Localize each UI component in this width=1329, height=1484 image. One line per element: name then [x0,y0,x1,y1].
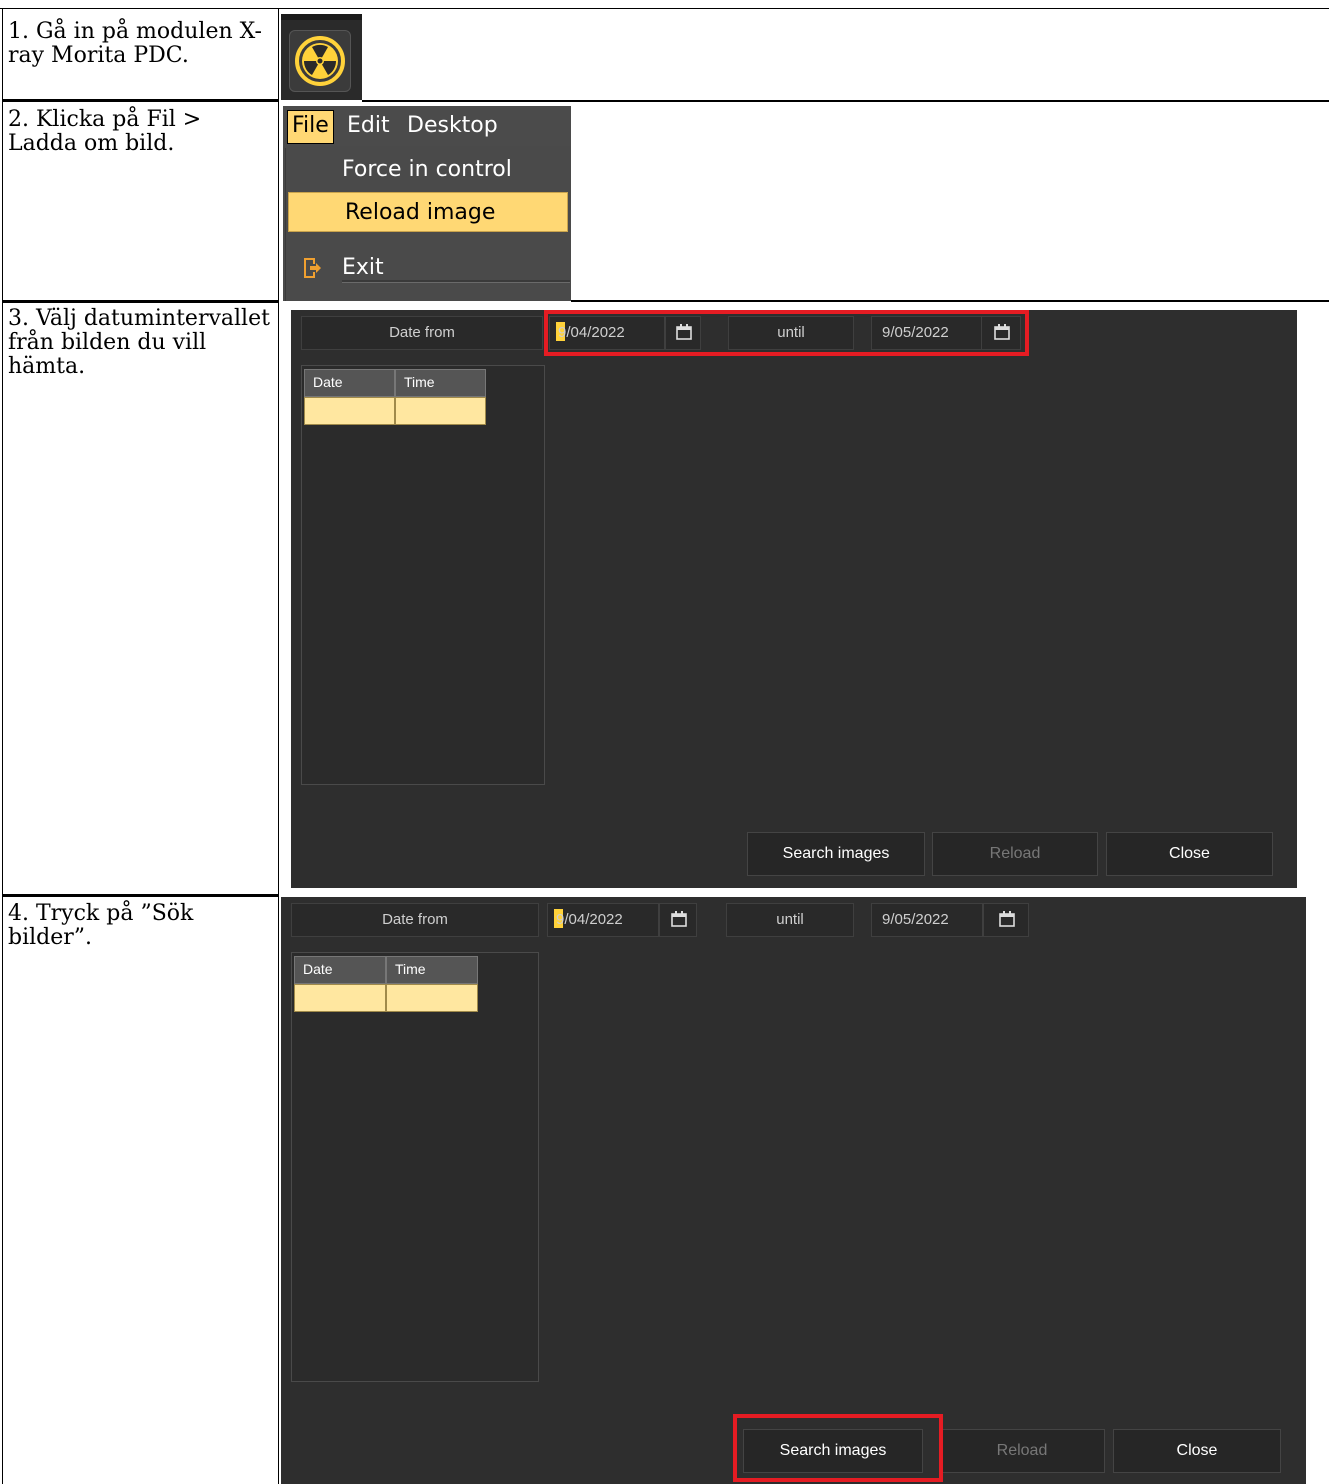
date-from-input[interactable]: 9/04/2022 [547,903,659,937]
menu-edit[interactable]: Edit [343,110,394,142]
until-value: 9/05/2022 [882,911,949,928]
column-divider [278,8,279,1484]
column-header-time[interactable]: Time [395,369,486,397]
table-cell[interactable] [294,984,386,1012]
row-divider-2b [571,300,1329,302]
table-border-left [2,8,3,1484]
module-toolbar [281,14,362,100]
image-list-panel[interactable]: Date Time [291,952,539,1382]
menu-item-exit-label: Exit [342,255,384,280]
menu-file[interactable]: File [287,110,334,144]
until-input[interactable]: 9/05/2022 [871,903,983,937]
menu-item-exit[interactable]: Exit [286,248,570,288]
calendar-icon [671,911,687,927]
column-header-date[interactable]: Date [294,956,386,984]
exit-icon [304,258,321,278]
until-input[interactable]: 9/05/2022 [871,316,983,350]
reload-button[interactable]: Reload [939,1429,1105,1473]
reload-button[interactable]: Reload [932,832,1098,876]
date-from-calendar-button[interactable] [659,903,697,937]
search-images-button[interactable]: Search images [747,832,925,876]
radiation-icon [295,36,345,86]
date-from-value: 9/04/2022 [558,324,625,341]
file-menu-screenshot: File Edit Desktop Force in control Reloa… [283,106,571,301]
reload-dialog-step3: Date from 9/04/2022 until 9/05/2022 Date… [291,310,1297,888]
calendar-icon [994,324,1010,340]
row-divider-1b [362,100,1329,102]
step-4-text: 4. Tryck på ”Sök bilder”. [8,901,194,950]
date-from-label: Date from [291,903,539,937]
close-button[interactable]: Close [1113,1429,1281,1473]
date-from-calendar-button[interactable] [665,316,701,350]
until-calendar-button[interactable] [983,903,1029,937]
until-calendar-button[interactable] [981,316,1021,350]
menu-item-reload-image[interactable]: Reload image [288,192,568,232]
column-header-time[interactable]: Time [386,956,478,984]
image-list-panel[interactable]: Date Time [301,365,545,785]
row-divider-2 [3,300,278,303]
step-3-text: 3. Välj datumintervallet från bilden du … [8,306,270,379]
reload-dialog-step4: Date from 9/04/2022 until 9/05/2022 Date… [281,897,1306,1484]
table-cell[interactable] [386,984,478,1012]
calendar-icon [676,324,692,340]
search-images-button[interactable]: Search images [743,1429,923,1473]
until-value: 9/05/2022 [882,324,949,341]
step-1-text: 1. Gå in på modulen X-ray Morita PDC. [8,19,262,68]
column-header-date[interactable]: Date [304,369,395,397]
table-cell[interactable] [395,397,486,425]
until-label: until [726,903,854,937]
date-from-input[interactable]: 9/04/2022 [549,316,665,350]
menu-bar: File Edit Desktop [283,106,571,146]
menu-desktop[interactable]: Desktop [403,110,502,142]
date-from-label: Date from [301,316,543,350]
menu-item-force-in-control[interactable]: Force in control [286,150,570,190]
table-border-top [0,8,1329,9]
row-divider-3 [3,894,278,897]
xray-module-button[interactable] [289,30,351,92]
step-2-text: 2. Klicka på Fil > Ladda om bild. [8,107,202,156]
close-button[interactable]: Close [1106,832,1273,876]
row-divider-1 [3,99,278,102]
table-cell[interactable] [304,397,395,425]
file-dropdown: Force in control Reload image Exit [285,148,570,301]
until-label: until [728,316,854,350]
date-from-value: 9/04/2022 [556,911,623,928]
calendar-icon [999,911,1015,927]
